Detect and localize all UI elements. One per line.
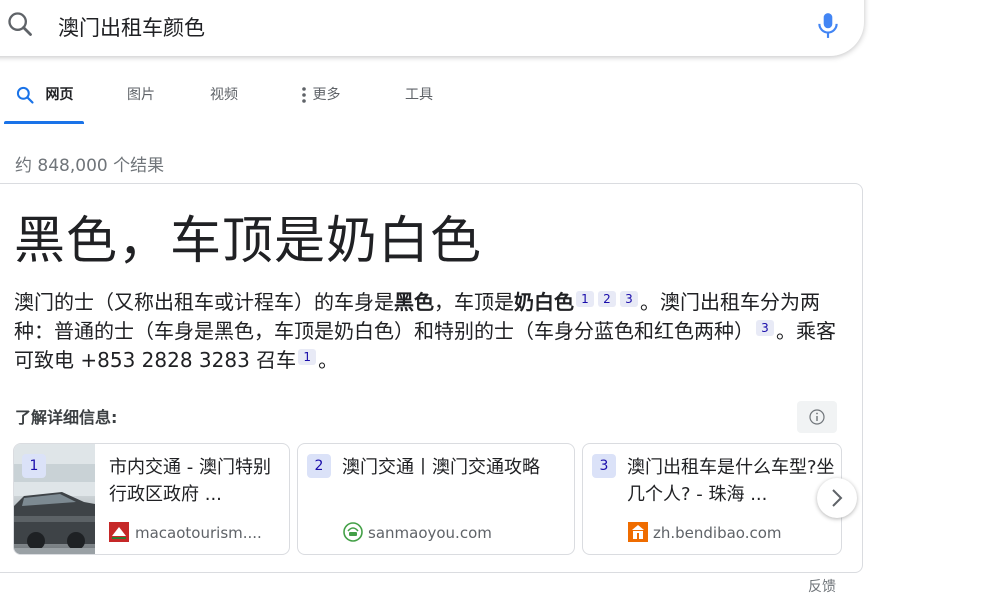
search-input[interactable]: 澳门出租车颜色	[58, 12, 205, 42]
search-icon	[16, 86, 34, 104]
tab-label: 工具	[405, 87, 433, 103]
info-icon	[809, 409, 825, 425]
microphone-icon[interactable]	[815, 11, 841, 39]
desc-text: ，车顶是	[434, 290, 514, 314]
tab-more[interactable]: 更多	[300, 84, 340, 124]
search-bar: 澳门出租车颜色	[0, 0, 864, 56]
tab-label: 视频	[210, 87, 238, 103]
tab-images[interactable]: 图片	[127, 84, 155, 124]
desc-bold: 黑色	[394, 290, 434, 314]
source-title[interactable]: 市内交通 - 澳门特别行政区政府 ...	[109, 454, 279, 508]
citation-badge[interactable]: 3	[620, 291, 638, 307]
more-vert-icon	[302, 87, 306, 103]
tab-web[interactable]: 网页	[15, 84, 73, 124]
desc-text: 澳门的士（又称出租车或计程车）的车身是	[14, 290, 394, 314]
feedback-link[interactable]: 反馈	[808, 576, 836, 596]
tab-videos[interactable]: 视频	[210, 84, 238, 124]
tab-label: 更多	[312, 87, 341, 103]
search-icon[interactable]	[6, 10, 34, 38]
featured-description: 澳门的士（又称出租车或计程车）的车身是黑色，车顶是奶白色 1 2 3 。澳门出租车分为两…	[14, 288, 849, 375]
citation-badge[interactable]: 1	[576, 291, 594, 307]
citation-badge[interactable]: 1	[298, 349, 317, 365]
bendibao-favicon	[628, 522, 648, 542]
about-snippet-button[interactable]	[797, 401, 837, 433]
source-number: 3	[592, 454, 616, 478]
source-card[interactable]: 1 市内交通 - 澳门特别行政区政府 ... macaotourism....	[13, 443, 290, 555]
citation-badge[interactable]: 3	[756, 320, 774, 336]
tab-label: 网页	[45, 87, 74, 103]
chevron-right-icon	[832, 489, 843, 507]
search-tabs: 网页 图片 视频 更多 工具	[0, 84, 600, 124]
result-stats: 约 848,000 个结果	[15, 156, 165, 176]
sanmaoyou-favicon	[343, 522, 363, 542]
source-title[interactable]: 澳门出租车是什么车型?坐几个人? - 珠海 ...	[627, 454, 837, 508]
learn-more-heading: 了解详细信息:	[15, 408, 118, 427]
citation-badge[interactable]: 2	[598, 291, 616, 307]
macao-tourism-favicon	[109, 522, 129, 542]
source-site: zh.bendibao.com	[653, 524, 782, 542]
featured-answer: 黑色，车顶是奶白色	[14, 212, 483, 271]
source-number: 2	[307, 454, 331, 478]
carousel-next-button[interactable]	[817, 478, 857, 518]
source-card[interactable]: 3 澳门出租车是什么车型?坐几个人? - 珠海 ... zh.bendibao.…	[582, 443, 842, 555]
active-tab-indicator	[4, 121, 84, 124]
tab-tools[interactable]: 工具	[405, 84, 433, 124]
desc-bold: 奶白色	[514, 290, 574, 314]
desc-text: 。	[318, 348, 339, 372]
source-site: sanmaoyou.com	[368, 524, 492, 542]
source-number: 1	[22, 454, 46, 478]
source-title[interactable]: 澳门交通丨澳门交通攻略	[342, 454, 567, 481]
source-card[interactable]: 2 澳门交通丨澳门交通攻略 sanmaoyou.com	[297, 443, 575, 555]
tab-label: 图片	[127, 87, 155, 103]
source-site: macaotourism....	[135, 524, 262, 542]
